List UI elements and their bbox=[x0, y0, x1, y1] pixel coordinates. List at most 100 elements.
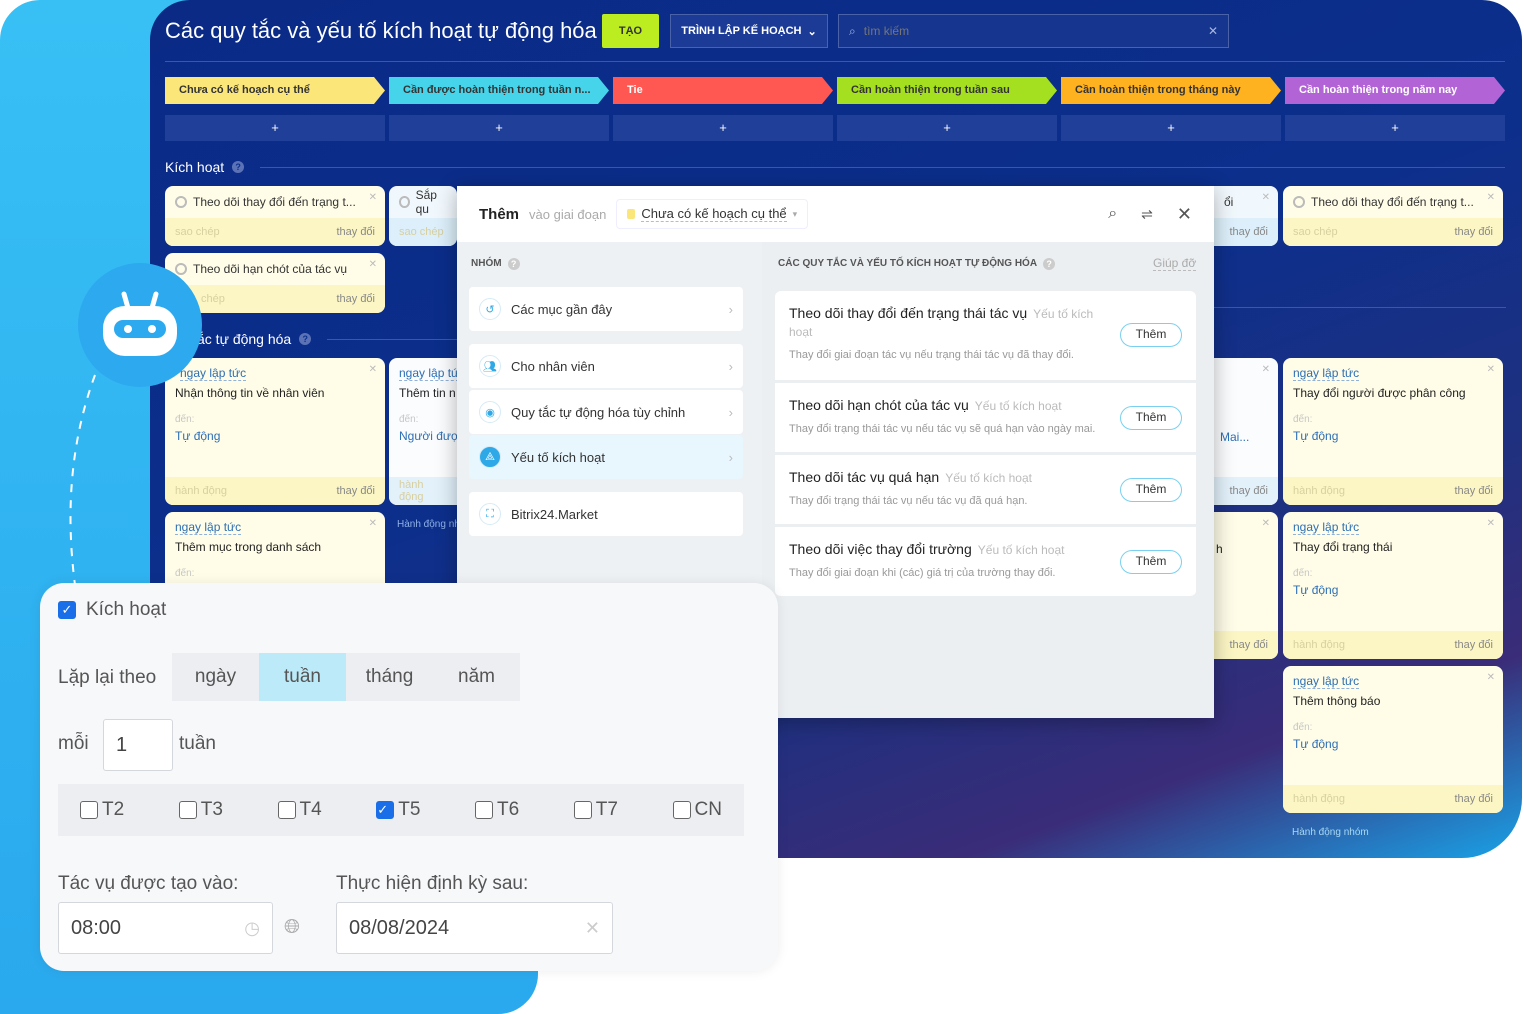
copy-link[interactable]: sao chép bbox=[399, 226, 444, 238]
target-value[interactable]: Tự động bbox=[1293, 583, 1493, 597]
search-box[interactable]: ⌕✕ bbox=[838, 14, 1229, 48]
change-link[interactable]: thay đổi bbox=[1229, 639, 1268, 651]
stage-column-header[interactable]: Chưa có kế hoạch cụ thể bbox=[165, 77, 385, 104]
help-icon[interactable]: ? bbox=[232, 161, 245, 173]
timing-link[interactable]: ngay lập tứ bbox=[399, 366, 457, 381]
weekday-checkbox[interactable] bbox=[277, 801, 296, 819]
action-link[interactable]: hành động bbox=[1293, 639, 1345, 651]
action-link[interactable]: hành động bbox=[1293, 793, 1345, 805]
planner-button[interactable]: TRÌNH LẬP KẾ HOẠCH ⌄ bbox=[670, 14, 828, 48]
weekday-option[interactable]: T7 bbox=[573, 799, 618, 821]
close-icon[interactable]: ✕ bbox=[1487, 364, 1495, 375]
stage-column-header[interactable]: Tie bbox=[613, 77, 833, 104]
weekday-option[interactable]: CN bbox=[672, 799, 722, 821]
weekday-checkbox[interactable]: ✓ bbox=[376, 801, 395, 819]
add-card-button[interactable]: + bbox=[1285, 115, 1505, 141]
group-item[interactable]: ⛶ Bitrix24.Market bbox=[469, 492, 743, 536]
close-icon[interactable]: ✕ bbox=[1487, 192, 1495, 203]
add-card-button[interactable]: + bbox=[1061, 115, 1281, 141]
stage-select[interactable]: Chưa có kế hoạch cụ thể ▾ bbox=[616, 199, 809, 229]
add-card-button[interactable]: + bbox=[837, 115, 1057, 141]
timing-link[interactable]: ngay lập tức bbox=[175, 520, 242, 535]
period-option[interactable]: năm bbox=[433, 653, 520, 701]
copy-link[interactable]: sao chép bbox=[1293, 226, 1338, 238]
add-trigger-button[interactable]: Thêm bbox=[1120, 478, 1182, 502]
interval-input[interactable]: 1 bbox=[103, 719, 173, 771]
time-input[interactable]: 08:00 ◷ bbox=[58, 902, 273, 954]
stage-column-header[interactable]: Cần hoàn thiện trong năm nay bbox=[1285, 77, 1505, 104]
search-input[interactable] bbox=[863, 24, 1200, 38]
close-icon[interactable]: ✕ bbox=[1487, 518, 1495, 529]
weekday-checkbox[interactable] bbox=[80, 801, 98, 819]
change-link[interactable]: thay đổi bbox=[336, 226, 375, 238]
weekday-checkbox[interactable] bbox=[178, 801, 197, 819]
change-link[interactable]: thay đổi bbox=[1454, 485, 1493, 497]
trigger-card[interactable]: Theo dõi thay đổi đến trạng t... ✕ sao ché… bbox=[165, 186, 385, 246]
weekday-checkbox[interactable] bbox=[573, 801, 592, 819]
action-link[interactable]: hành động bbox=[399, 479, 447, 503]
weekday-option[interactable]: T2 bbox=[80, 799, 124, 821]
weekday-checkbox[interactable] bbox=[475, 801, 493, 819]
stage-column-header[interactable]: Cần hoàn thiện trong tháng này bbox=[1061, 77, 1281, 104]
change-link[interactable]: thay đổi bbox=[1229, 226, 1268, 238]
add-trigger-button[interactable]: Thêm bbox=[1120, 550, 1182, 574]
add-card-button[interactable]: + bbox=[165, 115, 385, 141]
enabled-checkbox[interactable]: ✓ bbox=[58, 601, 76, 619]
add-card-button[interactable]: + bbox=[613, 115, 833, 141]
close-icon[interactable]: ✕ bbox=[1262, 518, 1270, 529]
group-action-link[interactable]: Hành động nh bbox=[397, 519, 457, 530]
target-value[interactable]: Tự động bbox=[1293, 737, 1493, 751]
rule-card[interactable]: ngay lập tức ✕ Nhận thông tin về nhân viên… bbox=[165, 358, 385, 505]
add-trigger-button[interactable]: Thêm bbox=[1120, 323, 1182, 347]
clear-icon[interactable]: ✕ bbox=[1208, 24, 1218, 38]
period-option[interactable]: tuần bbox=[259, 653, 346, 701]
change-link[interactable]: thay đổi bbox=[336, 293, 375, 305]
add-card-button[interactable]: + bbox=[389, 115, 609, 141]
close-icon[interactable]: ✕ bbox=[1262, 364, 1270, 375]
weekday-option[interactable]: T6 bbox=[475, 799, 519, 821]
rule-card[interactable]: ngay lập tứ Thêm tin n đến: Người đượ hành đ… bbox=[389, 358, 457, 505]
timezone-icon[interactable]: 🌐︎ bbox=[284, 916, 300, 939]
target-value[interactable]: Tự động bbox=[1293, 429, 1493, 443]
timing-link[interactable]: ngay lập tức bbox=[1293, 366, 1360, 381]
date-input[interactable]: 08/08/2024 ✕ bbox=[336, 902, 613, 954]
rule-card[interactable]: ngay lập tức ✕ Thay đổi trạng thái đến: Tự đ… bbox=[1283, 512, 1503, 659]
copy-link[interactable]: sao chép bbox=[175, 226, 220, 238]
stage-column-header[interactable]: Cần hoàn thiện trong tuần sau bbox=[837, 77, 1057, 104]
rule-card[interactable]: ngay lập tức ✕ Thay đổi người được phân cô… bbox=[1283, 358, 1503, 505]
close-icon[interactable]: ✕ bbox=[369, 364, 377, 375]
weekday-option[interactable]: ✓ T5 bbox=[376, 799, 420, 821]
period-option[interactable]: ngày bbox=[172, 653, 259, 701]
rule-card[interactable]: ngay lập tức ✕ Thêm mục trong danh sách đến… bbox=[165, 512, 385, 592]
period-option[interactable]: tháng bbox=[346, 653, 433, 701]
timing-link[interactable]: ngay lập tức bbox=[1293, 674, 1360, 689]
change-link[interactable]: thay đổi bbox=[1454, 226, 1493, 238]
action-link[interactable]: hành động bbox=[175, 485, 227, 497]
change-link[interactable]: thay đổi bbox=[1229, 485, 1268, 497]
weekday-option[interactable]: T4 bbox=[277, 799, 322, 821]
target-value[interactable]: Người đượ bbox=[399, 429, 457, 443]
help-link[interactable]: Giúp đỡ bbox=[1153, 256, 1197, 271]
close-icon[interactable]: ✕ bbox=[369, 259, 377, 270]
rule-card[interactable]: ✕ h thay đổi bbox=[1214, 512, 1278, 659]
group-item[interactable]: 👥︎ Cho nhân viên › bbox=[469, 344, 743, 388]
timing-link[interactable]: ngay lập tức bbox=[180, 366, 247, 381]
group-item[interactable]: ↺ Các mục gần đây › bbox=[469, 287, 743, 331]
change-link[interactable]: thay đổi bbox=[1454, 793, 1493, 805]
change-link[interactable]: thay đổi bbox=[336, 485, 375, 497]
create-button[interactable]: TẠO bbox=[602, 14, 659, 48]
clear-icon[interactable]: ✕ bbox=[585, 918, 600, 939]
timing-link[interactable]: ngay lập tức bbox=[1293, 520, 1360, 535]
target-value[interactable]: Mai... bbox=[1220, 430, 1268, 444]
help-icon[interactable]: ? bbox=[1043, 258, 1056, 270]
close-icon[interactable]: ✕ bbox=[1487, 672, 1495, 683]
stage-column-header[interactable]: Cần được hoàn thiện trong tuần n... bbox=[389, 77, 609, 104]
help-icon[interactable]: ? bbox=[299, 333, 312, 345]
target-value[interactable]: Tự động bbox=[175, 429, 375, 443]
close-icon[interactable]: ✕ bbox=[1262, 192, 1270, 203]
change-link[interactable]: thay đổi bbox=[1454, 639, 1493, 651]
trigger-card[interactable]: Theo dõi thay đổi đến trạng t... ✕ sao ché… bbox=[1283, 186, 1503, 246]
group-action-link[interactable]: Hành động nhóm bbox=[1292, 827, 1369, 838]
trigger-card[interactable]: Sắp qu sao chép bbox=[389, 186, 457, 246]
group-item[interactable]: ◉ Quy tắc tự động hóa tùy chỉnh › bbox=[469, 390, 743, 434]
